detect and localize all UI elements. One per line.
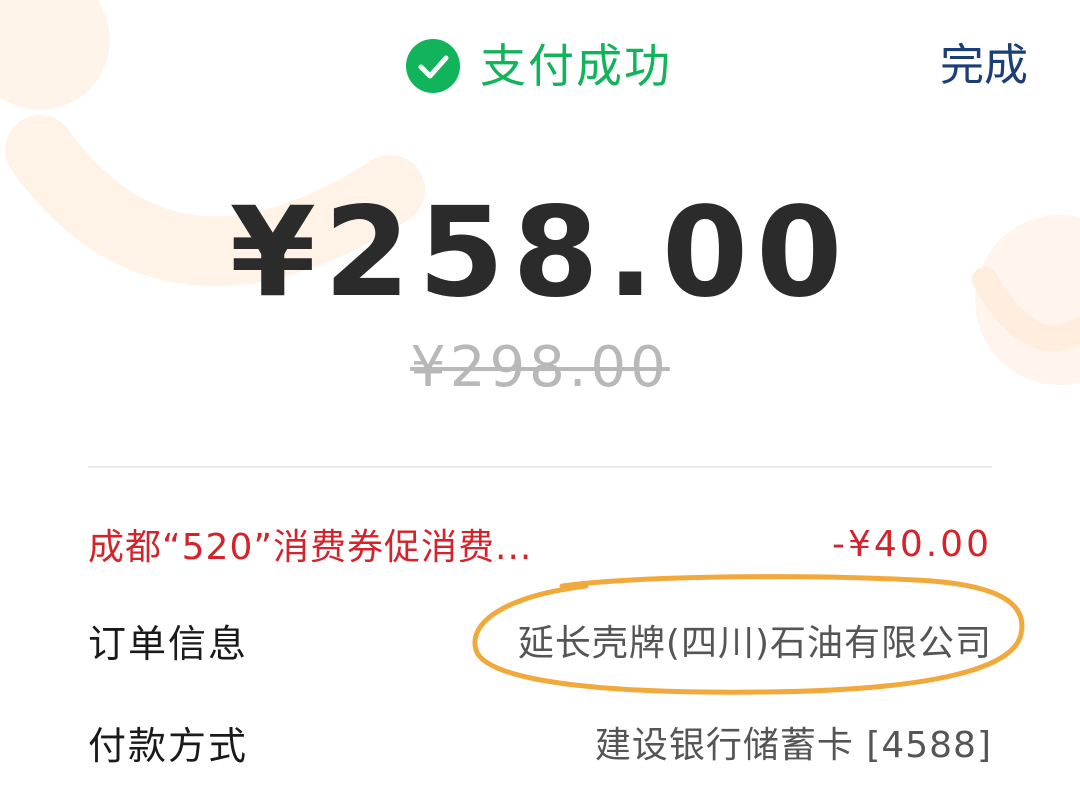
promo-row[interactable]: 成都“520”消费券促消费... -¥40.00 [88, 512, 992, 576]
payment-amount: ¥258.00 [229, 181, 851, 325]
payment-method-label: 付款方式 [88, 723, 249, 768]
done-button[interactable]: 完成 [940, 36, 1028, 96]
check-circle-icon [406, 39, 460, 93]
merchant-name: 延长壳牌(四川)石油有限公司 [517, 623, 992, 664]
order-info-row[interactable]: 订单信息 延长壳牌(四川)石油有限公司 [88, 608, 992, 672]
promo-label: 成都“520”消费券促消费... [88, 527, 533, 568]
order-info-label: 订单信息 [88, 621, 249, 666]
header: 支付成功 完成 [0, 0, 1080, 130]
status-text: 支付成功 [480, 39, 672, 93]
promo-discount: -¥40.00 [832, 523, 992, 565]
payment-status: 支付成功 [406, 36, 672, 96]
payment-method-value: 建设银行储蓄卡 [4588] [594, 725, 992, 766]
payment-method-row[interactable]: 付款方式 建设银行储蓄卡 [4588] [88, 710, 992, 774]
divider [88, 466, 992, 468]
original-amount: ¥298.00 [410, 335, 670, 400]
